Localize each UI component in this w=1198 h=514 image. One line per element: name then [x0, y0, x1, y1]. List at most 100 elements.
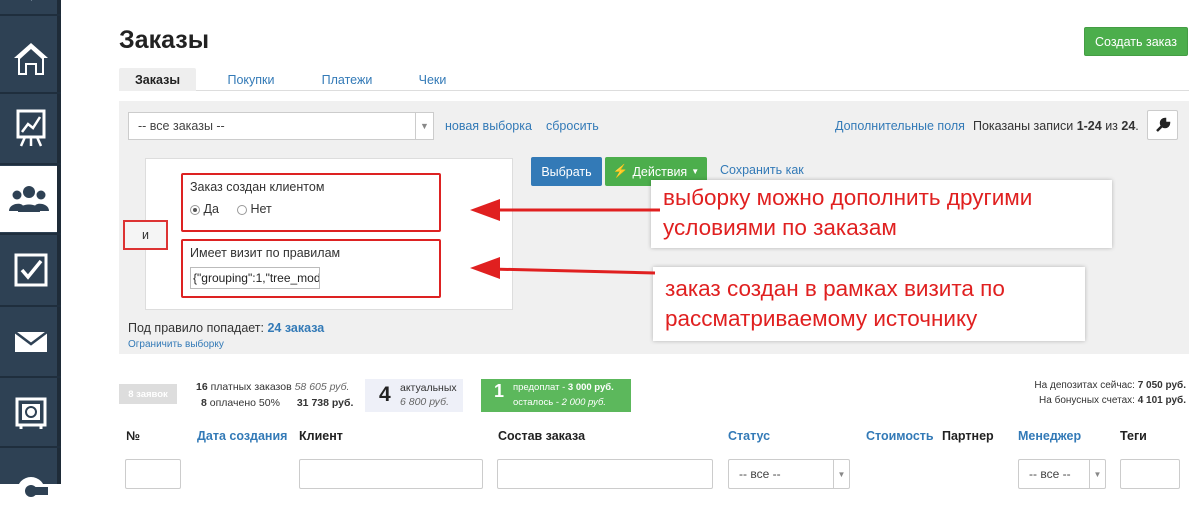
reset-link[interactable]: сбросить: [546, 119, 599, 133]
annotation-1-line-1: выборку можно дополнить другими: [663, 185, 1033, 210]
page-title: Заказы: [119, 26, 210, 54]
records-shown: Показаны записи 1-24 из 24.: [973, 119, 1139, 133]
paid-done-sum: 31 738 руб.: [296, 397, 354, 409]
annotation-callout-1: выборку можно дополнить другими условиям…: [651, 180, 1112, 248]
actions-label: Действия: [632, 164, 688, 179]
select-button[interactable]: Выбрать: [531, 157, 602, 186]
column-order-items: Состав заказа: [498, 429, 586, 443]
logo-icon: [16, 477, 48, 501]
visit-rules-input[interactable]: {"grouping":1,"tree_mode: [190, 267, 320, 289]
speaker-icon: [30, 0, 32, 1]
radio-yes-label: Да: [203, 202, 219, 216]
paid-sum: 58 605 руб.: [294, 381, 350, 393]
status-filter-value: -- все --: [739, 467, 781, 481]
status-filter-select[interactable]: -- все -- ▼: [728, 459, 850, 489]
number-filter-input[interactable]: [125, 459, 181, 489]
column-partner: Партнер: [942, 429, 994, 443]
manager-filter-value: -- все --: [1029, 467, 1071, 481]
sidebar-item-home[interactable]: [0, 26, 61, 92]
records-shown-range: 1-24: [1076, 119, 1102, 133]
actual-count: 4: [379, 383, 391, 406]
requests-badge[interactable]: 8 заявок: [119, 384, 177, 404]
deposits-label: На депозитах сейчас:: [1034, 380, 1138, 391]
arrow-head-2: [470, 257, 500, 279]
narrow-selection-link[interactable]: Ограничить выборку: [128, 339, 224, 350]
manager-filter-select[interactable]: -- все -- ▼: [1018, 459, 1106, 489]
bolt-icon: ⚡: [612, 164, 629, 178]
records-shown-suffix: .: [1135, 119, 1139, 133]
radio-yes[interactable]: Да: [190, 202, 219, 216]
paid-done-count: 8: [201, 397, 207, 409]
sidebar-item-mail[interactable]: [0, 309, 61, 375]
bonus-label: На бонусных счетах:: [1039, 395, 1138, 406]
sidebar-item-clients[interactable]: [0, 166, 57, 232]
new-selection-link[interactable]: новая выборка: [445, 119, 532, 133]
paid-done-stat: 8 оплачено 50% 31 738 руб.: [201, 397, 353, 409]
paid-orders-stat: 16 платных заказов 58 605 руб.: [196, 381, 349, 393]
annotation-2-line-2: рассматриваемому источнику: [665, 306, 978, 331]
deposits-value: 7 050 руб.: [1137, 380, 1186, 391]
save-as-link[interactable]: Сохранить как: [720, 163, 804, 177]
users-icon: [8, 186, 49, 212]
tab-orders[interactable]: Заказы: [119, 68, 196, 91]
prepay-count: 1: [494, 381, 505, 401]
annotation-1-line-2: условиями по заказам: [663, 215, 897, 240]
bonus-stat: На бонусных счетах: 4 101 руб.: [1039, 395, 1186, 406]
annotation-2-line-1: заказ создан в рамках визита по: [665, 276, 1005, 301]
wrench-icon: [1155, 117, 1170, 132]
extra-fields-link[interactable]: Дополнительные поля: [835, 119, 965, 133]
home-icon: [13, 43, 48, 75]
arrow-head-1: [470, 199, 500, 221]
records-shown-prefix: Показаны записи: [973, 119, 1077, 133]
client-filter-input[interactable]: [299, 459, 483, 489]
records-shown-total: 24: [1121, 119, 1136, 133]
prepay-box[interactable]: 1 предоплат - 3 000 руб. осталось - 2 00…: [481, 379, 631, 412]
orders-selection-select[interactable]: -- все заказы -- ▼: [128, 112, 434, 140]
checkbox-icon: [14, 253, 47, 287]
create-order-button[interactable]: Создать заказ: [1084, 27, 1188, 56]
rule-visit-by-rules-title: Имеет визит по правилам: [190, 246, 341, 260]
items-filter-input[interactable]: [497, 459, 713, 489]
rule-created-by-client-title: Заказ создан клиентом: [190, 180, 325, 194]
actual-orders-box[interactable]: 4 актуальных 6 800 руб.: [365, 379, 463, 412]
tab-purchases[interactable]: Покупки: [214, 68, 288, 91]
tab-receipts[interactable]: Чеки: [405, 68, 460, 91]
paid-label: платных заказов: [210, 381, 292, 393]
caret-down-icon: ▼: [691, 167, 700, 176]
chart-icon: [16, 109, 45, 147]
radio-no[interactable]: Нет: [237, 202, 272, 216]
records-shown-middle: из: [1101, 119, 1122, 133]
column-status[interactable]: Статус: [728, 429, 770, 443]
left-line: осталось - 2 000 руб.: [513, 397, 606, 408]
paid-count: 16: [196, 381, 208, 393]
column-manager[interactable]: Менеджер: [1018, 429, 1081, 443]
settings-button[interactable]: [1147, 110, 1178, 140]
actual-label: актуальных: [400, 382, 457, 394]
rule-match-prefix: Под правило попадает:: [128, 321, 268, 335]
annotation-callout-2: заказ создан в рамках визита по рассматр…: [653, 267, 1085, 341]
deposits-stat: На депозитах сейчас: 7 050 руб.: [1034, 380, 1186, 391]
column-cost[interactable]: Стоимость: [866, 429, 934, 443]
radio-no-label: Нет: [250, 202, 272, 216]
left-sum: 2 000 руб.: [561, 397, 606, 408]
radio-yes-icon: [190, 204, 200, 215]
tags-filter-input[interactable]: [1120, 459, 1180, 489]
and-operator-button[interactable]: и: [123, 220, 168, 250]
prepay-sum: 3 000 руб.: [567, 382, 614, 393]
column-created-date[interactable]: Дата создания: [197, 429, 287, 443]
sidebar-item-logo[interactable]: [0, 448, 61, 514]
sidebar-item-tasks[interactable]: [0, 237, 61, 303]
radio-no-icon: [237, 204, 247, 215]
paid-done-label: оплачено 50%: [209, 397, 280, 409]
sidebar-item-sound[interactable]: [0, 0, 61, 14]
prepay-line: предоплат - 3 000 руб.: [513, 382, 614, 393]
chevron-down-icon: ▼: [415, 113, 433, 139]
mail-icon: [13, 331, 48, 352]
left-label: осталось -: [513, 397, 562, 408]
tab-payments[interactable]: Платежи: [310, 68, 384, 91]
safe-icon: [15, 397, 46, 429]
sidebar-item-finance[interactable]: [0, 380, 61, 446]
selection-value: -- все заказы --: [138, 119, 225, 133]
column-tags: Теги: [1120, 429, 1147, 443]
sidebar-item-analytics[interactable]: [0, 95, 61, 161]
